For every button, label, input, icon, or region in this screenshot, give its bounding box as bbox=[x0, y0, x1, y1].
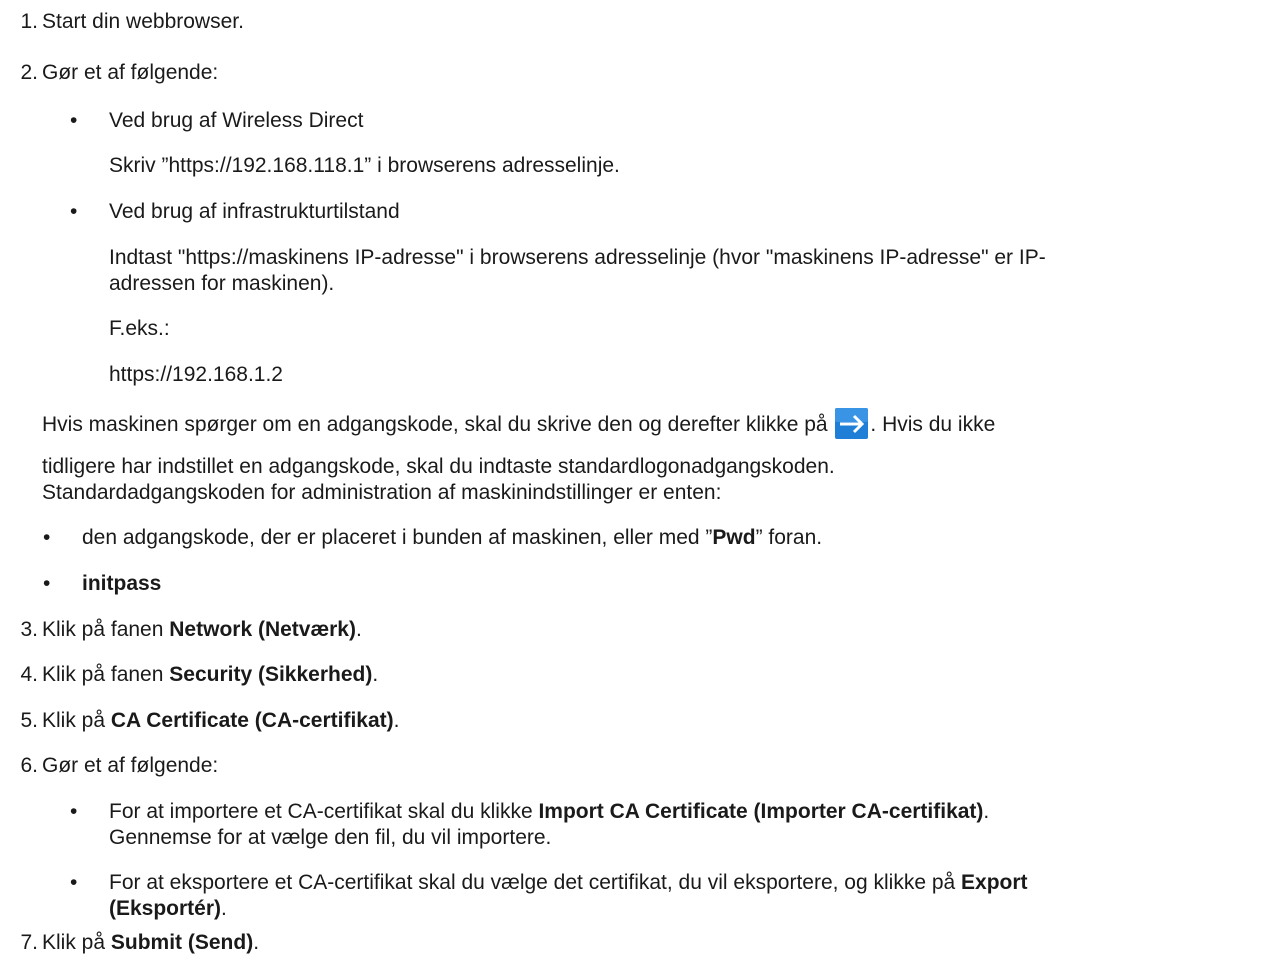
step-4-number: 4. bbox=[20, 663, 38, 686]
bullet: • bbox=[43, 526, 51, 549]
infrastructure-detail-line1: Indtast "https://maskinens IP-adresse" i… bbox=[109, 246, 1046, 269]
bullet: • bbox=[43, 572, 51, 595]
export-option-line2: (Eksportér). bbox=[109, 897, 227, 920]
example-url: https://192.168.1.2 bbox=[109, 363, 283, 386]
step-1-number: 1. bbox=[20, 10, 38, 33]
step-5-text: Klik på CA Certificate (CA-certifikat). bbox=[42, 709, 400, 732]
step-1-text: Start din webbrowser. bbox=[42, 10, 244, 33]
password-note-text-before: Hvis maskinen spørger om en adgangskode,… bbox=[42, 413, 834, 436]
wireless-direct-detail: Skriv ”https://192.168.118.1” i browsere… bbox=[109, 154, 620, 177]
wireless-direct-title: Ved brug af Wireless Direct bbox=[109, 109, 364, 132]
default-password-option-1: den adgangskode, der er placeret i bunde… bbox=[82, 526, 823, 549]
bullet: • bbox=[70, 109, 78, 132]
password-note-line2: tidligere har indstillet en adgangskode,… bbox=[42, 455, 835, 478]
password-note-line1: Hvis maskinen spørger om en adgangskode,… bbox=[42, 408, 995, 439]
bullet: • bbox=[70, 800, 78, 823]
step-7-number: 7. bbox=[20, 931, 38, 954]
infrastructure-title: Ved brug af infrastrukturtilstand bbox=[109, 200, 400, 223]
password-note-text-after: . Hvis du ikke bbox=[870, 413, 996, 436]
right-arrow-icon[interactable] bbox=[835, 408, 869, 439]
step-6-text: Gør et af følgende: bbox=[42, 754, 219, 777]
import-option-line1: For at importere et CA-certifikat skal d… bbox=[109, 800, 990, 823]
step-6-number: 6. bbox=[20, 754, 38, 777]
step-2-text: Gør et af følgende: bbox=[42, 61, 219, 84]
step-4-text: Klik på fanen Security (Sikkerhed). bbox=[42, 663, 379, 686]
step-7-text: Klik på Submit (Send). bbox=[42, 931, 260, 954]
infrastructure-detail-line2: adressen for maskinen). bbox=[109, 272, 335, 295]
example-label: F.eks.: bbox=[109, 317, 170, 340]
step-3-text: Klik på fanen Network (Netværk). bbox=[42, 618, 362, 641]
password-note-line3: Standardadgangskoden for administration … bbox=[42, 481, 722, 504]
step-2-number: 2. bbox=[20, 61, 38, 84]
bullet: • bbox=[70, 200, 78, 223]
step-5-number: 5. bbox=[20, 709, 38, 732]
default-password-option-2: initpass bbox=[82, 572, 162, 595]
step-3-number: 3. bbox=[20, 618, 38, 641]
export-option-line1: For at eksportere et CA-certifikat skal … bbox=[109, 871, 1028, 894]
instructions-document: 1. Start din webbrowser. 2. Gør et af fø… bbox=[0, 0, 1287, 954]
bullet: • bbox=[70, 871, 78, 894]
import-option-line2: Gennemse for at vælge den fil, du vil im… bbox=[109, 826, 552, 849]
